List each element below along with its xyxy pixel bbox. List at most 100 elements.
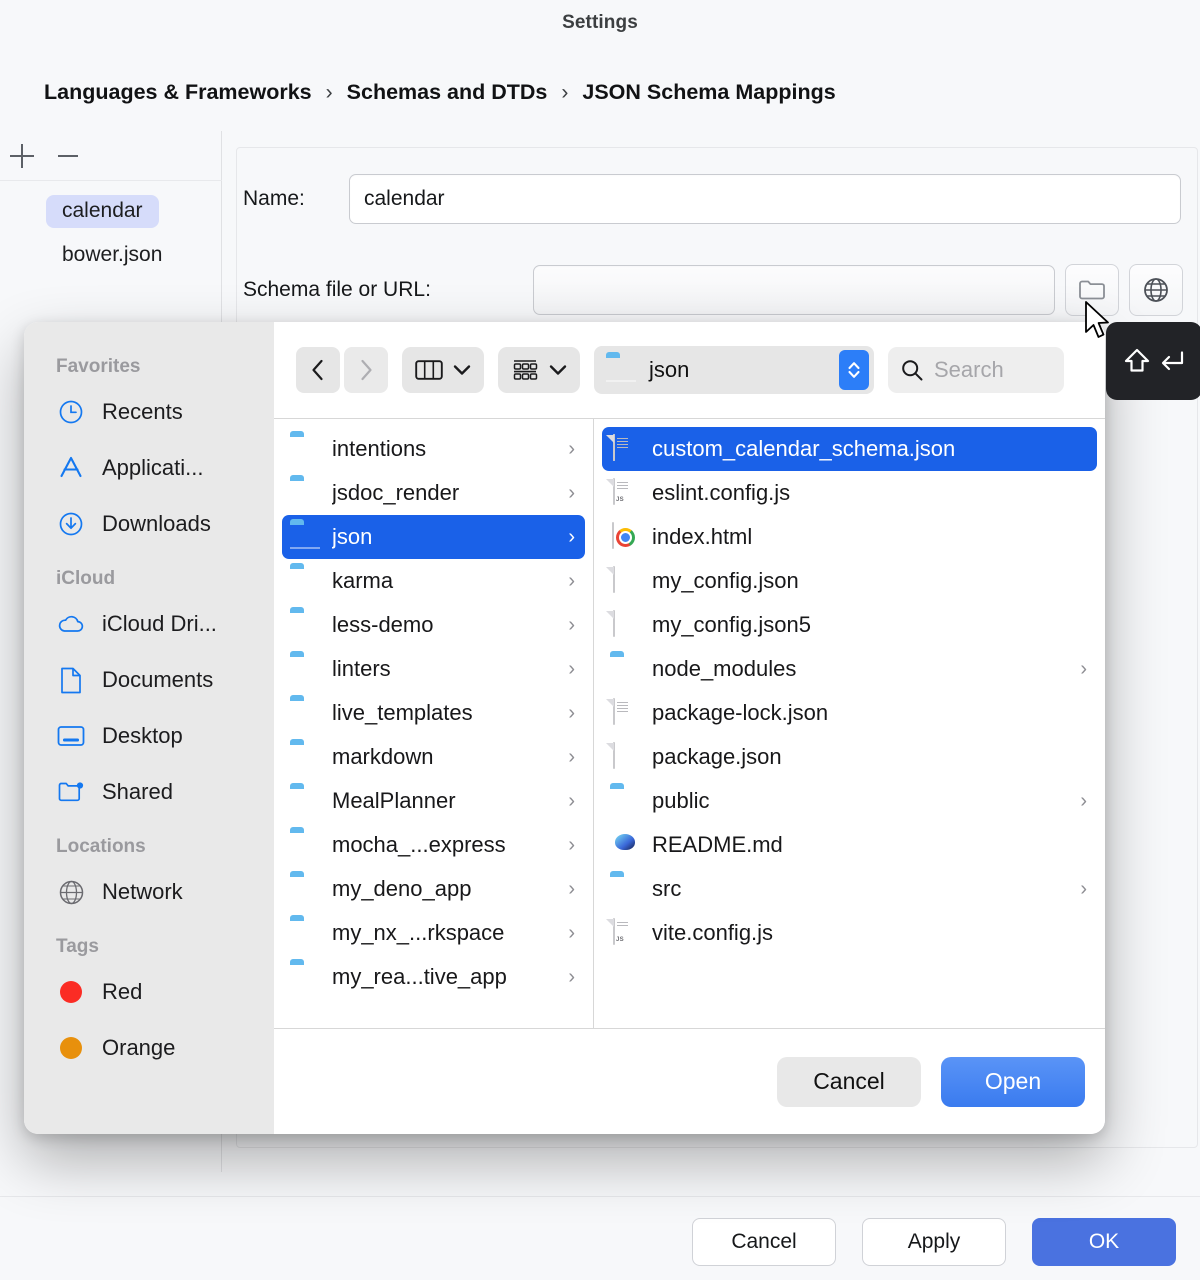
sidebar-item-label: Applicati... <box>102 455 204 481</box>
folder-icon <box>606 356 636 384</box>
list-item-selected-schema[interactable]: custom_calendar_schema.json <box>602 427 1097 471</box>
schema-url-button[interactable] <box>1129 264 1183 316</box>
list-item[interactable]: intentions› <box>282 427 585 471</box>
shortcut-tooltip <box>1106 322 1200 400</box>
folder-icon <box>290 875 320 903</box>
list-item[interactable]: markdown› <box>282 735 585 779</box>
list-item[interactable]: my_config.json <box>602 559 1097 603</box>
settings-ok-button[interactable]: OK <box>1032 1218 1176 1266</box>
sidebar-item-label: Red <box>102 979 142 1005</box>
list-item[interactable]: JS vite.config.js <box>602 911 1097 955</box>
search-field[interactable]: Search <box>888 347 1064 393</box>
list-item[interactable]: mocha_...express› <box>282 823 585 867</box>
list-item[interactable]: JS eslint.config.js <box>602 471 1097 515</box>
list-item[interactable]: node_modules › <box>602 647 1097 691</box>
clock-icon <box>56 397 86 427</box>
sidebar-item-network[interactable]: Network <box>24 864 274 920</box>
network-globe-icon <box>56 877 86 907</box>
list-item[interactable]: package-lock.json <box>602 691 1097 735</box>
schema-file-label: Schema file or URL: <box>243 278 533 302</box>
list-item[interactable]: package.json <box>602 735 1097 779</box>
cloud-icon <box>56 609 86 639</box>
sidebar-item-recents[interactable]: Recents <box>24 384 274 440</box>
mapping-item-label: bower.json <box>46 239 178 272</box>
sidebar-item-tag-red[interactable]: Red <box>24 964 274 1020</box>
dialog-footer: Cancel Open <box>274 1028 1105 1134</box>
sidebar-header-icloud: iCloud <box>24 568 274 596</box>
item-name: jsdoc_render <box>332 480 556 506</box>
forward-button[interactable] <box>344 347 388 393</box>
name-field-row: Name: calendar <box>243 174 1183 224</box>
chevron-right-icon <box>358 358 374 382</box>
remove-mapping-icon[interactable] <box>56 144 80 168</box>
sidebar-item-downloads[interactable]: Downloads <box>24 496 274 552</box>
item-name: MealPlanner <box>332 788 556 814</box>
folder-icon <box>610 655 640 683</box>
folder-icon <box>1078 278 1106 302</box>
item-name: eslint.config.js <box>652 480 1087 506</box>
list-item[interactable]: less-demo› <box>282 603 585 647</box>
mouse-cursor <box>1084 300 1114 344</box>
sidebar-item-desktop[interactable]: Desktop <box>24 708 274 764</box>
list-item[interactable]: karma › <box>282 559 585 603</box>
list-item[interactable]: MealPlanner› <box>282 779 585 823</box>
list-item[interactable]: index.html <box>602 515 1097 559</box>
list-item[interactable]: src › <box>602 867 1097 911</box>
list-item[interactable]: my_rea...tive_app› <box>282 955 585 999</box>
sidebar-item-icloud-drive[interactable]: iCloud Dri... <box>24 596 274 652</box>
breadcrumb-item-schemas-and-dtds[interactable]: Schemas and DTDs <box>347 80 548 105</box>
sidebar-item-label: Desktop <box>102 723 183 749</box>
view-mode-button[interactable] <box>402 347 484 393</box>
item-name: markdown <box>332 744 556 770</box>
item-name: my_deno_app <box>332 876 556 902</box>
sidebar-item-shared[interactable]: Shared <box>24 764 274 820</box>
stepper-updown-icon[interactable] <box>839 350 869 390</box>
mapping-item-label: calendar <box>46 195 159 228</box>
item-name: karma <box>332 568 556 594</box>
list-item[interactable]: my_config.json5 <box>602 603 1097 647</box>
sidebar-item-documents[interactable]: Documents <box>24 652 274 708</box>
chevron-right-icon: › <box>568 570 575 593</box>
list-item-selected-json[interactable]: json› <box>282 515 585 559</box>
file-column: custom_calendar_schema.json JS eslint.co… <box>594 419 1105 1028</box>
list-item[interactable]: my_deno_app› <box>282 867 585 911</box>
sidebar-item-tag-orange[interactable]: Orange <box>24 1020 274 1076</box>
name-input[interactable]: calendar <box>349 174 1181 224</box>
sidebar-item-applications[interactable]: Applicati... <box>24 440 274 496</box>
list-item[interactable]: PREVIEW README.md <box>602 823 1097 867</box>
breadcrumb-item-languages-frameworks[interactable]: Languages & Frameworks <box>44 80 312 105</box>
add-mapping-icon[interactable] <box>10 144 34 168</box>
search-placeholder: Search <box>934 357 1004 383</box>
download-icon <box>56 509 86 539</box>
breadcrumb: Languages & Frameworks › Schemas and DTD… <box>44 80 836 105</box>
back-button[interactable] <box>296 347 340 393</box>
mapping-item-bower-json[interactable]: bower.json <box>0 233 222 277</box>
list-item[interactable]: linters› <box>282 647 585 691</box>
sidebar-item-label: Recents <box>102 399 183 425</box>
chevron-left-icon <box>310 358 326 382</box>
list-item[interactable]: live_templates› <box>282 691 585 735</box>
file-browser-columns: intentions› jsdoc_render› json› karma› l… <box>274 418 1105 1028</box>
file-open-dialog: Favorites Recents Applicati... <box>24 322 1105 1134</box>
mapping-item-calendar[interactable]: calendar <box>0 189 222 233</box>
list-item[interactable]: jsdoc_render› <box>282 471 585 515</box>
folder-icon <box>290 919 320 947</box>
settings-bottom-separator <box>0 1196 1200 1197</box>
item-name: vite.config.js <box>652 920 1087 946</box>
list-item[interactable]: my_nx_...rkspace› <box>282 911 585 955</box>
chevron-right-icon: › <box>568 834 575 857</box>
dialog-open-button[interactable]: Open <box>941 1057 1085 1107</box>
dialog-cancel-button[interactable]: Cancel <box>777 1057 921 1107</box>
list-item[interactable]: public › <box>602 779 1097 823</box>
applications-icon <box>56 453 86 483</box>
current-folder-popup[interactable]: json <box>594 346 874 394</box>
name-label: Name: <box>243 187 349 211</box>
settings-cancel-button[interactable]: Cancel <box>692 1218 836 1266</box>
settings-apply-button[interactable]: Apply <box>862 1218 1006 1266</box>
schema-file-input[interactable] <box>533 265 1055 315</box>
group-by-button[interactable] <box>498 347 580 393</box>
chevron-down-icon <box>453 364 471 376</box>
mappings-tree-list: calendar bower.json <box>0 189 222 277</box>
sidebar-item-label: Documents <box>102 667 213 693</box>
settings-button-bar: Cancel Apply OK <box>692 1218 1176 1266</box>
